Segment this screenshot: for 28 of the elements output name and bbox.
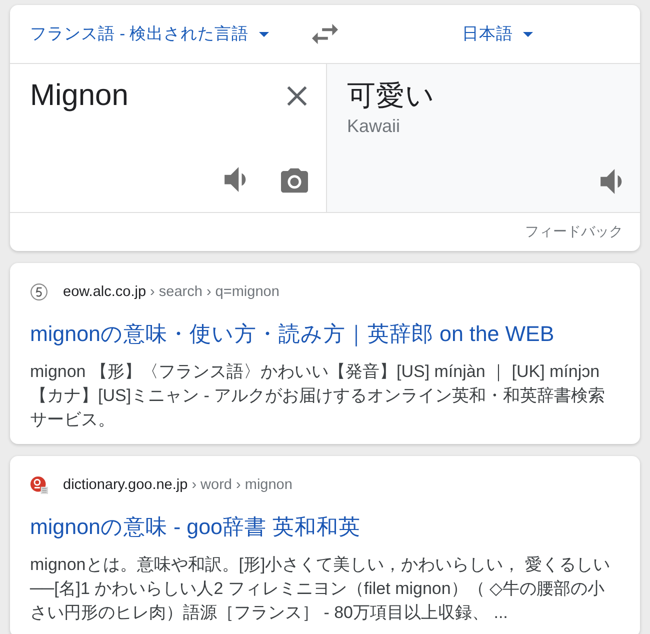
- source-text-field[interactable]: Mignon: [30, 78, 128, 114]
- close-icon: [286, 85, 308, 107]
- swap-arrows-icon: [312, 21, 338, 47]
- target-language-dropdown[interactable]: 日本語: [462, 23, 533, 45]
- speaker-icon: [599, 169, 624, 194]
- url-breadcrumb: › search › q=mignon: [150, 284, 280, 300]
- transliteration-text: Kawaii: [347, 115, 402, 137]
- camera-icon: [281, 167, 308, 194]
- caret-icon: [523, 32, 533, 36]
- site-domain: eow.alc.co.jp: [63, 284, 146, 300]
- swap-languages-button[interactable]: [312, 21, 338, 47]
- result-snippet: mignonとは。意味や和訳。[形]小さくて美しい，かわいらしい， 愛くるしい──[名]1 かわいらしい人2 フィレミニヨン（filet mignon）（ ◇牛の腰部の小さい円形のヒレ肉）語源［フランス］ - 80万項目以上収録、 ...: [30, 554, 611, 624]
- clear-button[interactable]: [286, 85, 308, 107]
- result-title-link[interactable]: mignonの意味・使い方・読み方｜英辞郎 on the WEB: [30, 320, 554, 348]
- circle-logo-icon: [30, 283, 48, 301]
- seal-logo-icon: [30, 476, 48, 494]
- result-title-link[interactable]: mignonの意味 - goo辞書 英和和英: [30, 513, 360, 541]
- result-snippet: mignon 【形】〈フランス語〉かわいい【発音】[US] mínjàn ｜ [UK] mínjɔn 【カナ】[US]ミニャン - アルクがお届けするオンライン英和・和英辞書検索サービス。: [30, 361, 606, 431]
- caret-icon: [258, 32, 269, 36]
- listen-button[interactable]: [223, 167, 248, 192]
- listen-button[interactable]: [599, 169, 624, 194]
- feedback-link[interactable]: フィードバック: [525, 223, 623, 241]
- site-domain: dictionary.goo.ne.jp: [63, 477, 188, 493]
- url-breadcrumb: › word › mignon: [192, 477, 292, 493]
- speaker-icon: [223, 167, 248, 192]
- translation-text: 可愛い: [347, 79, 436, 114]
- camera-button[interactable]: [281, 167, 308, 194]
- source-language-dropdown[interactable]: フランス語 - 検出された言語: [30, 23, 269, 45]
